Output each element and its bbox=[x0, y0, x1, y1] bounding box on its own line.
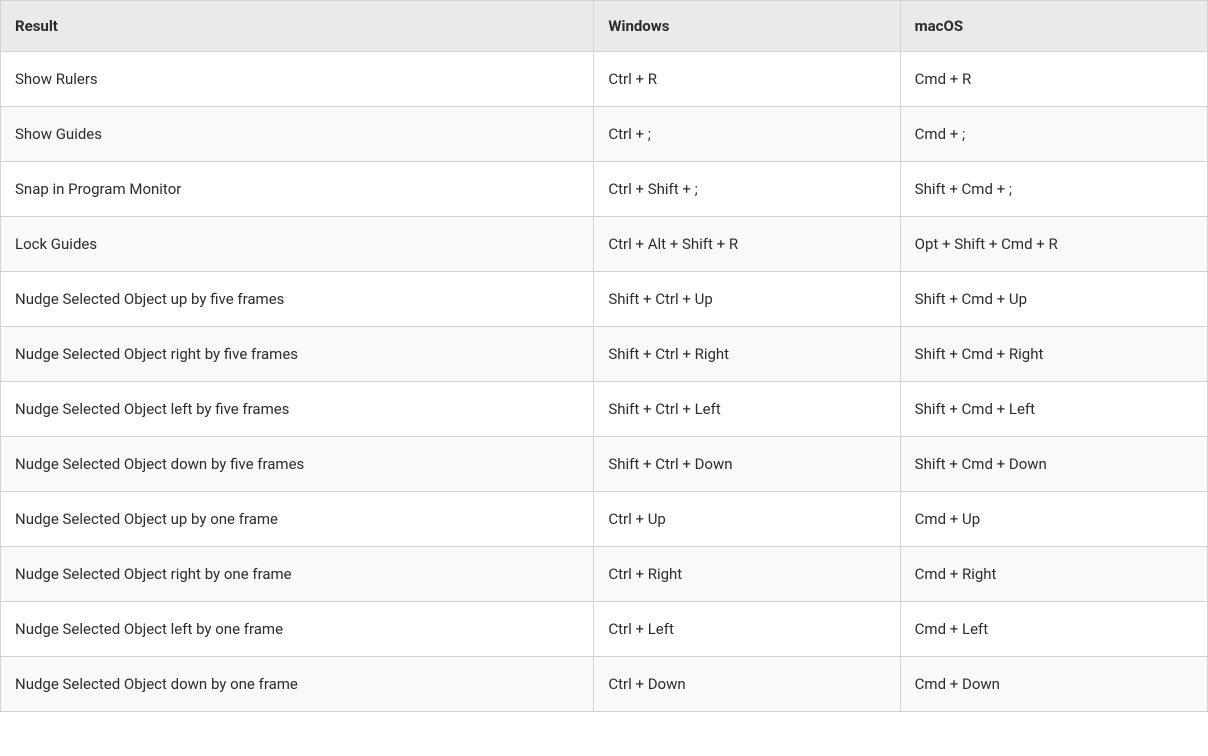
cell-macos: Cmd + Up bbox=[901, 492, 1207, 547]
cell-windows: Shift + Ctrl + Right bbox=[594, 327, 900, 382]
cell-windows: Ctrl + Alt + Shift + R bbox=[594, 217, 900, 272]
cell-result: Nudge Selected Object down by one frame bbox=[1, 657, 594, 711]
cell-result: Snap in Program Monitor bbox=[1, 162, 594, 217]
cell-macos: Cmd + Left bbox=[901, 602, 1207, 657]
header-result: Result bbox=[1, 1, 594, 52]
table-body: Show Rulers Ctrl + R Cmd + R Show Guides… bbox=[1, 52, 1207, 711]
table-row: Show Rulers Ctrl + R Cmd + R bbox=[1, 52, 1207, 107]
table-row: Snap in Program Monitor Ctrl + Shift + ;… bbox=[1, 162, 1207, 217]
cell-windows: Ctrl + ; bbox=[594, 107, 900, 162]
cell-macos: Shift + Cmd + Down bbox=[901, 437, 1207, 492]
cell-windows: Ctrl + Up bbox=[594, 492, 900, 547]
table-row: Nudge Selected Object up by five frames … bbox=[1, 272, 1207, 327]
cell-result: Show Guides bbox=[1, 107, 594, 162]
cell-result: Nudge Selected Object left by one frame bbox=[1, 602, 594, 657]
cell-windows: Shift + Ctrl + Down bbox=[594, 437, 900, 492]
cell-result: Nudge Selected Object left by five frame… bbox=[1, 382, 594, 437]
cell-result: Nudge Selected Object right by one frame bbox=[1, 547, 594, 602]
cell-result: Nudge Selected Object up by five frames bbox=[1, 272, 594, 327]
cell-windows: Ctrl + R bbox=[594, 52, 900, 107]
cell-result: Lock Guides bbox=[1, 217, 594, 272]
cell-result: Nudge Selected Object right by five fram… bbox=[1, 327, 594, 382]
cell-macos: Cmd + ; bbox=[901, 107, 1207, 162]
table-row: Nudge Selected Object left by one frame … bbox=[1, 602, 1207, 657]
cell-windows: Ctrl + Right bbox=[594, 547, 900, 602]
table-row: Nudge Selected Object right by one frame… bbox=[1, 547, 1207, 602]
cell-result: Nudge Selected Object down by five frame… bbox=[1, 437, 594, 492]
table-row: Nudge Selected Object up by one frame Ct… bbox=[1, 492, 1207, 547]
cell-result: Show Rulers bbox=[1, 52, 594, 107]
table-row: Show Guides Ctrl + ; Cmd + ; bbox=[1, 107, 1207, 162]
table-row: Nudge Selected Object down by five frame… bbox=[1, 437, 1207, 492]
cell-macos: Shift + Cmd + ; bbox=[901, 162, 1207, 217]
table-header-row: Result Windows macOS bbox=[1, 1, 1207, 52]
cell-result: Nudge Selected Object up by one frame bbox=[1, 492, 594, 547]
shortcuts-table: Result Windows macOS Show Rulers Ctrl + … bbox=[0, 0, 1208, 712]
cell-windows: Ctrl + Shift + ; bbox=[594, 162, 900, 217]
cell-macos: Shift + Cmd + Right bbox=[901, 327, 1207, 382]
header-macos: macOS bbox=[901, 1, 1207, 52]
table-row: Nudge Selected Object down by one frame … bbox=[1, 657, 1207, 711]
cell-macos: Shift + Cmd + Up bbox=[901, 272, 1207, 327]
header-windows: Windows bbox=[594, 1, 900, 52]
cell-macos: Shift + Cmd + Left bbox=[901, 382, 1207, 437]
cell-windows: Ctrl + Down bbox=[594, 657, 900, 711]
table-row: Lock Guides Ctrl + Alt + Shift + R Opt +… bbox=[1, 217, 1207, 272]
cell-windows: Ctrl + Left bbox=[594, 602, 900, 657]
cell-windows: Shift + Ctrl + Left bbox=[594, 382, 900, 437]
cell-macos: Cmd + Right bbox=[901, 547, 1207, 602]
table-row: Nudge Selected Object right by five fram… bbox=[1, 327, 1207, 382]
cell-windows: Shift + Ctrl + Up bbox=[594, 272, 900, 327]
cell-macos: Opt + Shift + Cmd + R bbox=[901, 217, 1207, 272]
table-row: Nudge Selected Object left by five frame… bbox=[1, 382, 1207, 437]
cell-macos: Cmd + R bbox=[901, 52, 1207, 107]
cell-macos: Cmd + Down bbox=[901, 657, 1207, 711]
